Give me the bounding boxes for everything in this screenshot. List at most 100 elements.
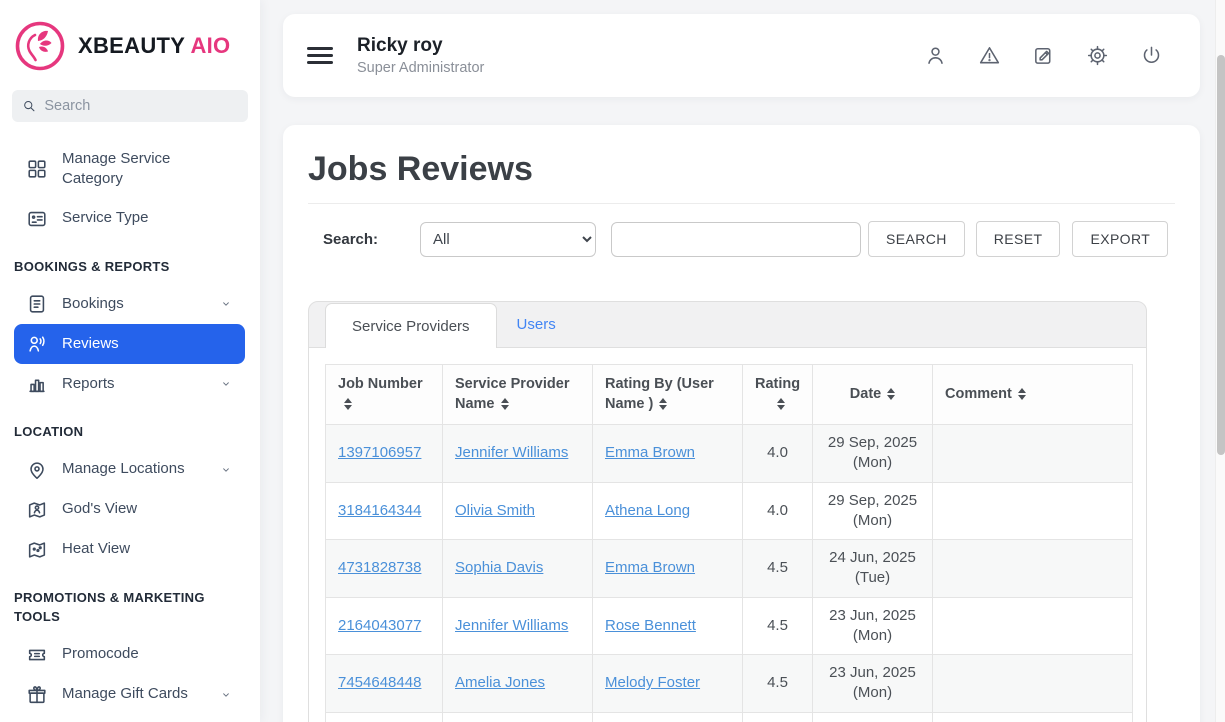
map-icon [26, 539, 48, 561]
job-number-link[interactable]: 1397106957 [338, 444, 421, 461]
sidebar-section-bookings-reports: BOOKINGS & REPORTS [14, 239, 245, 285]
sidebar-item-label: Manage Gift Cards [62, 684, 205, 704]
provider-link[interactable]: Olivia Smith [455, 502, 535, 519]
scrollbar-thumb[interactable] [1217, 55, 1225, 455]
sidebar-item-label: Manage Service Category [62, 149, 233, 190]
main-area: Ricky roy Super Administrator Jobs Revie… [260, 0, 1225, 722]
sidebar-item-manage-locations[interactable]: Manage Locations [14, 450, 245, 490]
search-filter-select[interactable]: All [420, 222, 596, 257]
rating-by-link[interactable]: Melody Foster [605, 674, 700, 691]
search-button[interactable]: SEARCH [868, 221, 965, 257]
tab-service-providers[interactable]: Service Providers [325, 303, 497, 348]
sidebar-item-bookings[interactable]: Bookings [14, 284, 245, 324]
search-icon [22, 98, 36, 114]
rating-value: 4.0 [743, 482, 813, 540]
sidebar-item-label: Bookings [62, 294, 205, 314]
sidebar-item-heat-view[interactable]: Heat View [14, 530, 245, 570]
job-number-link[interactable]: 4731828738 [338, 559, 421, 576]
sidebar-item-label: God's View [62, 499, 233, 519]
sort-icon [777, 398, 785, 410]
comment-value [933, 425, 1133, 483]
rating-by-link[interactable]: Athena Long [605, 502, 690, 519]
document-icon [26, 293, 48, 315]
comment-value [933, 655, 1133, 713]
grid-icon [26, 158, 48, 180]
sidebar-item-gods-view[interactable]: God's View [14, 490, 245, 530]
sidebar-item-service-type[interactable]: Service Type [14, 199, 245, 239]
provider-link[interactable]: Amelia Jones [455, 674, 545, 691]
hamburger-menu-icon[interactable] [307, 43, 333, 68]
sidebar-search-input[interactable] [44, 98, 238, 114]
date-value: 29 Sep, 2025 (Mon) [813, 482, 933, 540]
sidebar-item-label: Promocode [62, 644, 233, 664]
edit-note-icon[interactable] [1024, 37, 1062, 75]
brand-logo[interactable]: XBEAUTY AIO [0, 16, 260, 88]
sidebar-item-label: Reviews [62, 334, 233, 354]
column-header-provider[interactable]: Service Provider Name [443, 365, 593, 425]
date-value: 23 Jun, 2025 (Mon) [813, 597, 933, 655]
chevron-down-icon [219, 463, 233, 477]
rating-value: 4.5 [743, 712, 813, 722]
rating-value: 4.0 [743, 425, 813, 483]
user-name: Ricky roy [357, 33, 484, 59]
sort-icon [344, 398, 352, 410]
column-header-comment[interactable]: Comment [933, 365, 1133, 425]
profile-icon[interactable] [916, 37, 954, 75]
comment-value [933, 712, 1133, 722]
job-number-link[interactable]: 3184164344 [338, 502, 421, 519]
rating-value: 4.5 [743, 597, 813, 655]
rating-value: 4.5 [743, 540, 813, 598]
sidebar-item-reviews[interactable]: Reviews [14, 324, 245, 364]
export-button[interactable]: EXPORT [1072, 221, 1168, 257]
table-row: 1643783010 Jennifer Williams Brielle Hug… [326, 712, 1133, 722]
map-person-icon [26, 499, 48, 521]
sidebar-search[interactable] [12, 90, 248, 122]
rating-by-link[interactable]: Rose Bennett [605, 617, 696, 634]
provider-link[interactable]: Jennifer Williams [455, 617, 568, 634]
column-header-rating-by[interactable]: Rating By (User Name ) [593, 365, 743, 425]
bar-chart-icon [26, 373, 48, 395]
rating-by-link[interactable]: Emma Brown [605, 444, 695, 461]
sort-icon [501, 398, 509, 410]
gear-icon[interactable] [1078, 37, 1116, 75]
sidebar-item-label: Service Type [62, 208, 233, 228]
search-bar: Search: All SEARCH RESET EXPORT [308, 221, 1175, 257]
job-number-link[interactable]: 7454648448 [338, 674, 421, 691]
table-row: 7454648448 Amelia Jones Melody Foster 4.… [326, 655, 1133, 713]
sidebar-item-reports[interactable]: Reports [14, 364, 245, 404]
provider-link[interactable]: Sophia Davis [455, 559, 543, 576]
table-header-row: Job Number Service Provider Name Rating … [326, 365, 1133, 425]
user-role: Super Administrator [357, 59, 484, 79]
sidebar-item-manage-service-category[interactable]: Manage Service Category [14, 140, 245, 199]
rating-value: 4.5 [743, 655, 813, 713]
sidebar: XBEAUTY AIO Manage Service Category Serv… [0, 0, 260, 722]
sidebar-item-manage-gift-cards[interactable]: Manage Gift Cards [14, 675, 245, 715]
date-value: 23 Jun, 2025 (Mon) [813, 655, 933, 713]
tab-panel-service-providers: Job Number Service Provider Name Rating … [308, 348, 1147, 722]
sort-icon [659, 398, 667, 410]
chevron-down-icon [219, 297, 233, 311]
job-number-link[interactable]: 2164043077 [338, 617, 421, 634]
tab-users[interactable]: Users [497, 302, 576, 347]
sidebar-item-promocode[interactable]: Promocode [14, 635, 245, 675]
map-pin-icon [26, 459, 48, 481]
column-header-rating[interactable]: Rating [743, 365, 813, 425]
gift-icon [26, 684, 48, 706]
date-value: 23 Jun, 2025 (Mon) [813, 712, 933, 722]
alert-icon[interactable] [970, 37, 1008, 75]
provider-link[interactable]: Jennifer Williams [455, 444, 568, 461]
top-bar: Ricky roy Super Administrator [283, 14, 1200, 97]
rating-by-link[interactable]: Emma Brown [605, 559, 695, 576]
user-block: Ricky roy Super Administrator [357, 33, 484, 78]
sidebar-item-label: Reports [62, 374, 205, 394]
table-row: 2164043077 Jennifer Williams Rose Bennet… [326, 597, 1133, 655]
date-value: 24 Jun, 2025 (Tue) [813, 540, 933, 598]
power-icon[interactable] [1132, 37, 1170, 75]
reset-button[interactable]: RESET [976, 221, 1061, 257]
search-input[interactable] [611, 222, 861, 257]
page-title: Jobs Reviews [308, 150, 1175, 204]
table-row: 4731828738 Sophia Davis Emma Brown 4.5 2… [326, 540, 1133, 598]
column-header-job-number[interactable]: Job Number [326, 365, 443, 425]
window-scrollbar[interactable] [1215, 0, 1225, 722]
column-header-date[interactable]: Date [813, 365, 933, 425]
